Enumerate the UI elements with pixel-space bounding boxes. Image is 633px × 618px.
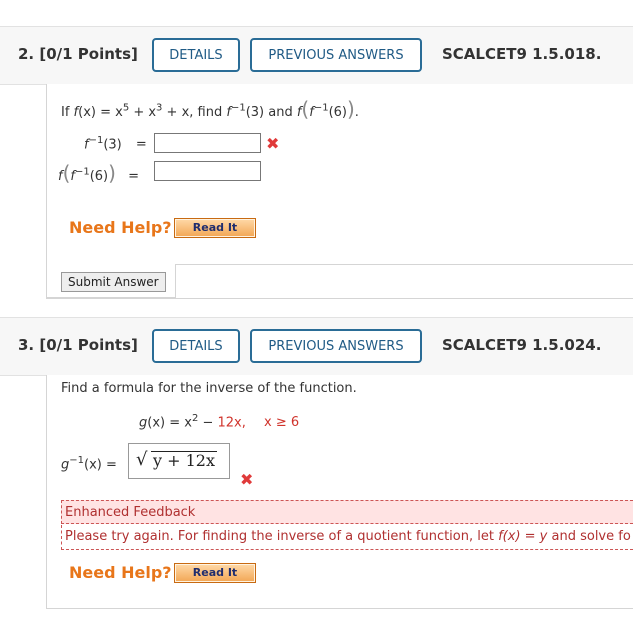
previous-answers-button[interactable]: PREVIOUS ANSWERS xyxy=(250,38,422,72)
question-2-code: SCALCET9 1.5.018. xyxy=(442,45,602,63)
need-help-label: Need Help? xyxy=(69,218,172,237)
inverse-label: g−1(x) = xyxy=(61,455,117,473)
answer-2-input[interactable] xyxy=(154,161,261,181)
details-button[interactable]: DETAILS xyxy=(152,38,240,72)
question-2-title: 2. [0/1 Points] xyxy=(18,45,138,63)
x-mark-icon: ✖ xyxy=(266,134,280,153)
inverse-answer-input[interactable]: √ y + 12x xyxy=(128,443,230,479)
answer-2-label: f(f−1(6)) = xyxy=(58,161,139,185)
read-it-button[interactable]: Read It xyxy=(174,218,256,238)
function-definition: g(x) = x2 − 12x, x ≥ 6 xyxy=(139,413,300,431)
answer-1-input[interactable] xyxy=(154,133,261,153)
details-button[interactable]: DETAILS xyxy=(152,329,240,363)
sqrt-symbol: √ xyxy=(136,449,148,470)
question-2-prompt: If f(x) = x5 + x3 + x, find f−1(3) and f… xyxy=(61,97,359,121)
question-3-code: SCALCET9 1.5.024. xyxy=(442,336,602,354)
submit-answer-button[interactable]: Submit Answer xyxy=(61,272,166,292)
question-2-number: 2. xyxy=(18,45,35,63)
feedback-text-box: Please try again. For finding the invers… xyxy=(61,525,633,550)
feedback-text: Please try again. For finding the invers… xyxy=(65,529,631,544)
question-3-prompt: Find a formula for the inverse of the fu… xyxy=(61,381,357,396)
question-3-points: [0/1 Points] xyxy=(39,336,138,354)
x-mark-icon: ✖ xyxy=(240,470,254,489)
read-it-button[interactable]: Read It xyxy=(174,563,256,583)
need-help-label: Need Help? xyxy=(69,563,172,582)
feedback-title-box: Enhanced Feedback xyxy=(61,500,633,524)
previous-answers-button[interactable]: PREVIOUS ANSWERS xyxy=(250,329,422,363)
inverse-answer-value: y + 12x xyxy=(151,451,217,470)
feedback-title: Enhanced Feedback xyxy=(65,505,196,520)
question-3-number: 3. xyxy=(18,336,35,354)
question-2-points: [0/1 Points] xyxy=(39,45,138,63)
answer-1-label: f−1(3) = xyxy=(84,135,147,153)
question-2-panel-bottom-right xyxy=(176,264,633,265)
question-3-title: 3. [0/1 Points] xyxy=(18,336,138,354)
